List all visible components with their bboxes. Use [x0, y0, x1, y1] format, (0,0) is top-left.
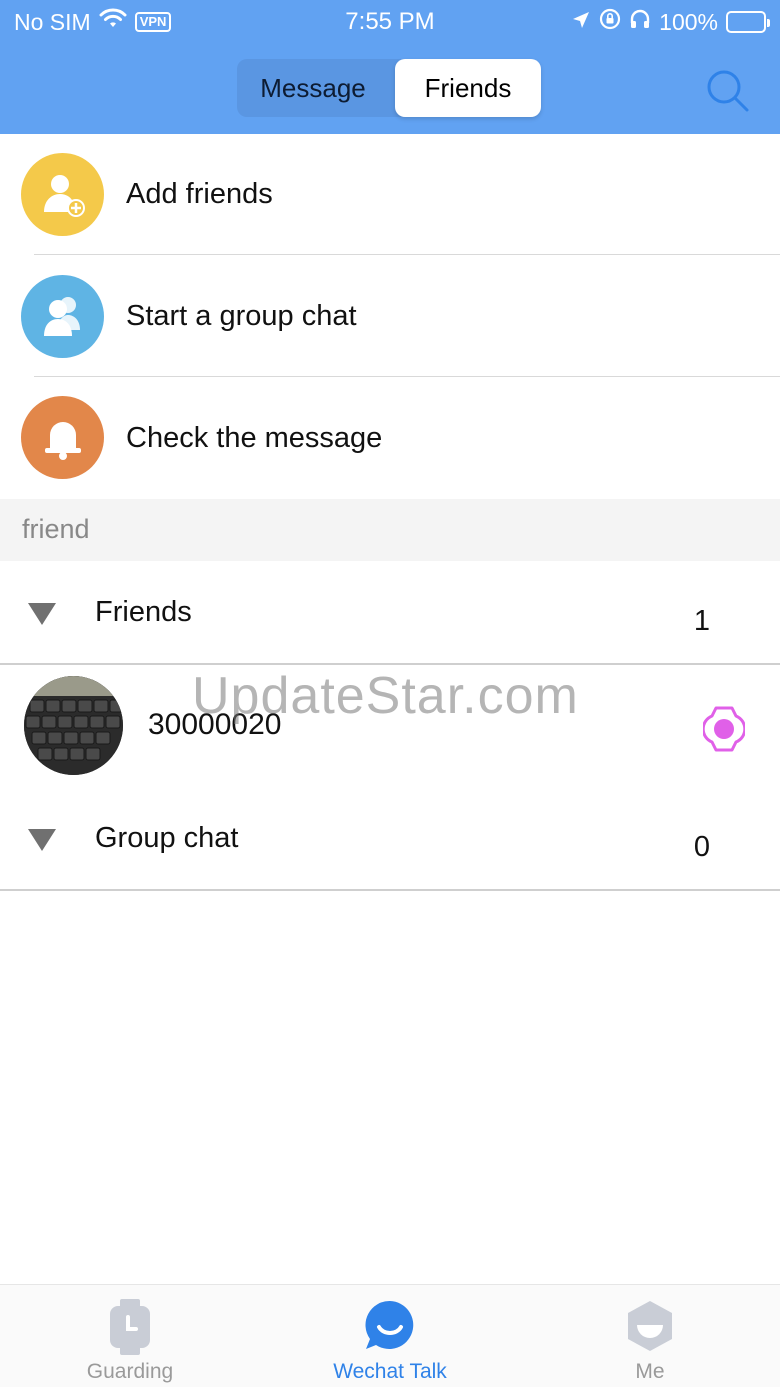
group-chat-group-row[interactable]: Group chat 0 [0, 789, 780, 889]
start-group-chat-row[interactable]: Start a group chat [0, 256, 780, 378]
section-title: friend [22, 514, 90, 544]
group-chat-icon [21, 275, 104, 358]
friends-group-row[interactable]: Friends 1 [0, 563, 780, 663]
group-label: Friends [95, 596, 192, 628]
status-bar: No SIM VPN 7:55 PM 100% [0, 0, 780, 44]
friend-name: 30000020 [148, 708, 282, 741]
headphones-icon [629, 8, 651, 36]
segmented-control: Message Friends [237, 59, 541, 117]
collapse-triangle-icon [28, 603, 56, 625]
friend-list-item[interactable]: 30000020 [0, 666, 780, 786]
tab-label: Me [635, 1360, 665, 1383]
tab-wechat-talk[interactable]: Wechat Talk [260, 1285, 520, 1387]
avatar [24, 676, 123, 775]
tab-message[interactable]: Message [237, 59, 389, 117]
add-friend-icon [21, 153, 104, 236]
tab-friends[interactable]: Friends [395, 59, 541, 117]
bell-icon [21, 396, 104, 479]
tab-label: Guarding [86, 1360, 174, 1383]
bottom-tab-bar: Guarding Wechat Talk Me [0, 1284, 780, 1387]
section-header: friend [0, 499, 780, 561]
profile-icon [625, 1299, 675, 1358]
divider [34, 254, 780, 255]
battery-icon [726, 11, 770, 33]
group-count: 1 [693, 605, 710, 637]
add-friends-row[interactable]: Add friends [0, 134, 780, 256]
battery-percent: 100% [659, 8, 718, 35]
tab-me[interactable]: Me [520, 1285, 780, 1387]
location-arrow-icon [571, 9, 591, 36]
check-message-row[interactable]: Check the message [0, 378, 780, 500]
divider [0, 889, 780, 891]
group-label: Group chat [95, 822, 239, 854]
tab-label: Wechat Talk [333, 1360, 447, 1383]
rotation-lock-icon [599, 8, 621, 36]
group-count: 0 [693, 831, 710, 863]
check-message-label: Check the message [126, 422, 383, 454]
divider [34, 376, 780, 377]
watch-icon [108, 1299, 152, 1360]
watch-icon [701, 704, 747, 754]
start-group-chat-label: Start a group chat [126, 300, 357, 332]
tab-guarding[interactable]: Guarding [0, 1285, 260, 1387]
top-header: No SIM VPN 7:55 PM 100% Message Friends [0, 0, 780, 134]
search-icon[interactable] [703, 66, 751, 114]
chat-bubble-icon [364, 1299, 416, 1358]
divider [0, 663, 780, 665]
collapse-triangle-icon [28, 829, 56, 851]
add-friends-label: Add friends [126, 178, 273, 210]
